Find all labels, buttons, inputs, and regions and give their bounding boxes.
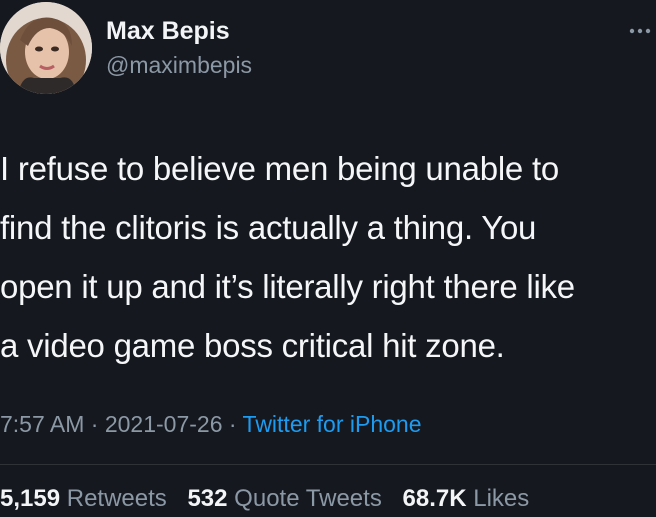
tweet-card: Max Bepis @maximbepis I refuse to believ… xyxy=(0,0,656,515)
engagement-stats: 5,159 Retweets 532 Quote Tweets 68.7K Li… xyxy=(0,481,529,517)
divider xyxy=(0,464,656,465)
quote-tweets-count: 532 xyxy=(187,485,228,512)
user-handle[interactable]: @maximbepis xyxy=(106,50,252,80)
quote-tweets-stat[interactable]: 532 Quote Tweets xyxy=(187,485,381,512)
tweet-metadata: 7:57 AM · 2021-07-26 · Twitter for iPhon… xyxy=(0,406,422,442)
separator: · xyxy=(228,411,237,437)
tweet-source-link[interactable]: Twitter for iPhone xyxy=(243,411,422,437)
avatar[interactable] xyxy=(0,2,92,94)
likes-stat[interactable]: 68.7K Likes xyxy=(403,485,530,512)
tweet-text-line: a video game boss critical hit zone. xyxy=(0,327,505,364)
retweets-stat[interactable]: 5,159 Retweets xyxy=(0,485,167,512)
tweet-date[interactable]: 2021-07-26 xyxy=(105,411,223,437)
tweet-text-line: find the clitoris is actually a thing. Y… xyxy=(0,209,537,246)
likes-count: 68.7K xyxy=(402,485,467,512)
tweet-time[interactable]: 7:57 AM xyxy=(0,411,84,437)
retweets-label: Retweets xyxy=(66,485,167,512)
tweet-text: I refuse to believe men being unable to … xyxy=(0,139,656,375)
display-name[interactable]: Max Bepis xyxy=(106,15,230,47)
retweets-count: 5,159 xyxy=(0,485,61,512)
quote-tweets-label: Quote Tweets xyxy=(234,485,382,512)
likes-label: Likes xyxy=(473,485,530,512)
tweet-text-line: I refuse to believe men being unable to xyxy=(0,150,559,187)
more-horizontal-icon xyxy=(629,28,651,34)
avatar-image xyxy=(0,2,92,94)
tweet-text-line: open it up and it’s literally right ther… xyxy=(0,268,575,305)
separator: · xyxy=(90,411,99,437)
more-options-button[interactable] xyxy=(622,21,656,41)
